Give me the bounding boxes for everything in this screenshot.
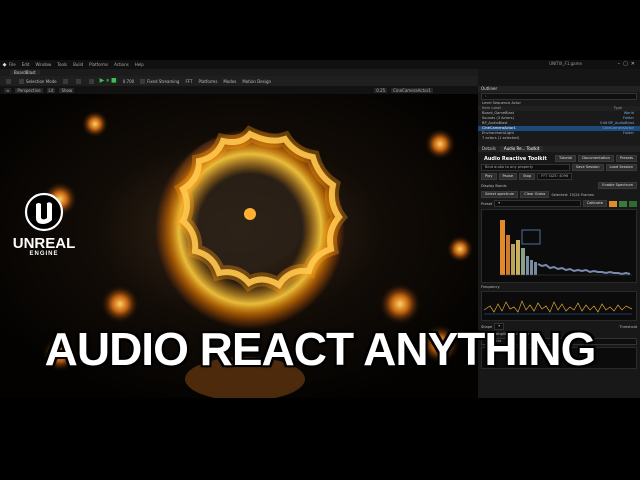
perspective-button[interactable]: Perspective <box>15 87 43 93</box>
presets-button[interactable]: Presets <box>615 154 637 162</box>
cursor-icon <box>19 78 24 84</box>
preset-row: Preset ▾ Calibrate <box>481 200 637 207</box>
menu-bar: ◆ File Edit Window Tools Build Platforms… <box>0 60 640 69</box>
calibrate-button[interactable]: Calibrate <box>582 200 607 207</box>
play-icon[interactable]: ▶ ⏸ ■ <box>100 77 117 85</box>
select-spectrum-button[interactable]: Select spectrum <box>481 191 519 198</box>
menu-help[interactable]: Help <box>135 62 144 67</box>
unreal-logo-icon <box>24 192 64 232</box>
logo-text-unreal: UNREAL <box>12 235 76 252</box>
enable-spectrum-toggle[interactable]: Enable Spectrum <box>598 182 637 189</box>
fixed-streaming-label: Fixed Streaming <box>147 78 180 84</box>
tutorial-button[interactable]: Tutorial <box>554 154 577 162</box>
color-swatch-orange[interactable] <box>609 200 617 207</box>
transport-row: Play Pause Stop FFT SIZE: 4096 <box>481 173 637 180</box>
camera-speed[interactable]: 0.25 <box>374 87 388 93</box>
fixed-streaming-button[interactable]: Fixed Streaming <box>140 78 180 84</box>
cube-icon <box>62 78 68 84</box>
color-swatch-green2[interactable] <box>629 200 637 207</box>
menu-tools[interactable]: Tools <box>57 62 67 67</box>
subtitle: Bind audio to any property <box>481 164 570 171</box>
camera-dropdown[interactable]: CineCameraActor1 <box>391 87 433 93</box>
platforms-button[interactable]: Platforms <box>198 79 217 84</box>
tab-audio-toolkit[interactable]: Audio Re... Toolkit <box>499 146 544 152</box>
speed-value[interactable]: 0.700 <box>123 79 134 84</box>
load-session-button[interactable]: Load Session <box>605 164 637 171</box>
spectrum-graph[interactable] <box>481 209 637 283</box>
modes-button[interactable]: Modes <box>223 79 236 84</box>
viewport-toolbar: ≡ Perspective Lit Show 0.25 CineCameraAc… <box>0 86 478 94</box>
waveform-lines <box>483 300 633 315</box>
level-tab-row: BoardBlast <box>0 69 478 76</box>
save-icon <box>6 78 11 84</box>
unreal-engine-logo: UNREAL ENGINE <box>4 192 84 257</box>
display-row: Display Bands Enable Spectrum <box>481 182 637 189</box>
show-button[interactable]: Show <box>59 87 75 93</box>
toolkit-header: Audio Reactive Toolkit Tutorial Document… <box>481 154 637 162</box>
menu-window[interactable]: Window <box>35 62 51 67</box>
clapper-icon <box>88 78 94 84</box>
add-actor-button[interactable] <box>62 78 70 84</box>
blueprint-button[interactable] <box>75 78 83 84</box>
menu-platforms[interactable]: Platforms <box>89 62 108 67</box>
save-session-button[interactable]: Save Session <box>571 164 604 171</box>
select-mode-label: Selection Mode <box>26 78 57 84</box>
selection-status: Selected: 15/24 Frames <box>551 192 594 197</box>
play-button[interactable]: Play <box>481 173 497 180</box>
row-type: Folder <box>622 131 634 135</box>
documentation-button[interactable]: Documentation <box>578 154 614 162</box>
display-bands-label: Display Bands <box>481 183 507 188</box>
main-toolbar: Selection Mode ▶ ⏸ ■ 0.700 Fixed Streami… <box>0 76 478 86</box>
level-tab[interactable]: BoardBlast <box>10 70 40 75</box>
stop-button[interactable]: Stop <box>519 173 536 180</box>
project-name: UNITIX_F1.game <box>549 61 582 66</box>
waveform-graph[interactable] <box>481 291 637 321</box>
menu-build[interactable]: Build <box>73 62 83 67</box>
blueprint-icon <box>75 78 81 84</box>
frequency-row: Frequency <box>481 285 637 289</box>
tab-details[interactable]: Details <box>478 146 500 152</box>
col-type: Type <box>613 106 622 110</box>
outliner-title: Outliner <box>478 86 640 92</box>
fft-size-field[interactable]: FFT SIZE: 4096 <box>537 173 573 180</box>
outliner-actor-count: 7 actors (1 selected) <box>482 136 520 140</box>
spectrum-bars <box>500 220 632 276</box>
select-mode-dropdown[interactable]: Selection Mode <box>19 78 57 84</box>
menu-edit[interactable]: Edit <box>22 62 30 67</box>
thumbnail-headline: AUDIO REACT ANYTHING <box>44 323 597 375</box>
menu-actions[interactable]: Actions <box>114 62 129 67</box>
preset-label: Preset <box>481 201 493 206</box>
lit-button[interactable]: Lit <box>46 87 56 93</box>
session-row: Bind audio to any property Save Session … <box>481 164 637 171</box>
menu-file[interactable]: File <box>9 62 16 67</box>
fft-button[interactable]: FFT <box>185 79 192 84</box>
window-controls[interactable]: –▢✕ <box>618 61 638 67</box>
motion-design-button[interactable]: Motion Design <box>242 79 271 84</box>
save-button[interactable] <box>6 78 13 84</box>
pause-button[interactable]: Pause <box>498 173 518 180</box>
clear-grabs-button[interactable]: Clear Grabs <box>520 191 550 198</box>
outliner-panel: Outliner ⌕ Level Sequence Actor Item Lab… <box>478 86 640 146</box>
frequency-label: Frequency <box>481 285 500 289</box>
ue-small-logo-icon[interactable]: ◆ <box>0 60 9 69</box>
toolkit-title: Audio Reactive Toolkit <box>484 156 547 162</box>
details-tabs: Details Audio Re... Toolkit <box>478 146 640 152</box>
stream-icon <box>140 78 146 84</box>
outliner-search-input[interactable]: ⌕ <box>481 93 637 100</box>
cinematics-button[interactable] <box>88 78 96 84</box>
viewport-menu-button[interactable]: ≡ <box>4 87 12 93</box>
preset-dropdown[interactable]: ▾ <box>494 200 581 207</box>
color-swatch-green[interactable] <box>619 200 627 207</box>
selection-row: Select spectrum Clear Grabs Selected: 15… <box>481 191 637 198</box>
